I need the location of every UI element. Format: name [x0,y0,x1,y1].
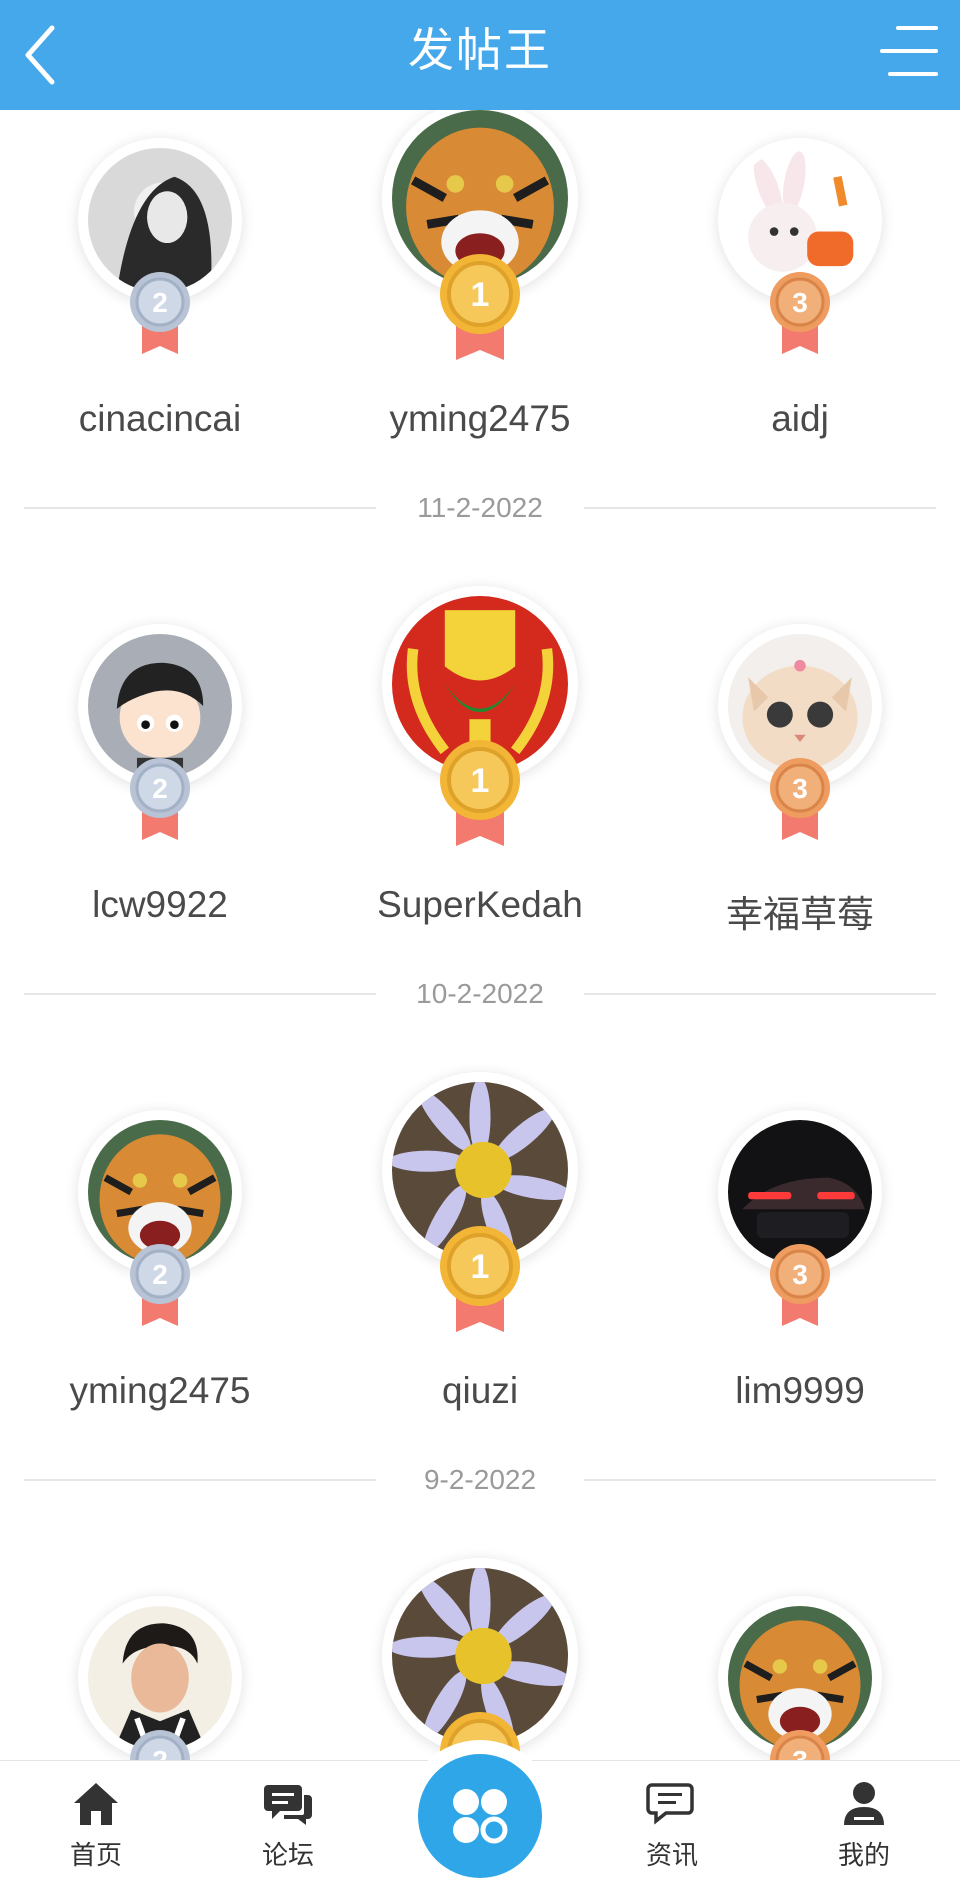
rank-number: 2 [152,287,168,318]
silver-medal-icon: 2 [130,1244,190,1326]
tab-profile[interactable]: 我的 [768,1761,960,1880]
forum-icon [264,1785,312,1825]
rank-number: 2 [152,1259,168,1290]
tab-news[interactable]: 资讯 [576,1761,768,1880]
menu-button[interactable] [880,24,938,78]
news-icon [646,1783,694,1825]
apps-icon [453,1789,508,1844]
menu-icon [880,26,938,76]
username[interactable]: aidj [640,398,960,440]
silver-medal-icon: 2 [130,758,190,840]
gold-medal-icon: 1 [440,254,520,360]
winner-rank-1[interactable]: 1 SuperKedah [320,486,640,946]
gold-medal-icon: 1 [440,740,520,846]
rank-number: 2 [152,773,168,804]
rank-number: 1 [471,1248,490,1286]
center-apps-button[interactable] [404,1740,556,1880]
tab-label: 论坛 [261,1840,314,1870]
winner-rank-2[interactable]: 2 lcw9922 [0,486,320,946]
rank-number: 3 [792,1259,808,1290]
app-header: 发帖王 [0,0,960,110]
username[interactable]: yming2475 [0,1370,320,1412]
tab-label: 资讯 [645,1840,698,1870]
rank-number: 2 [152,1745,168,1760]
bronze-medal-icon: 3 [770,758,830,840]
winner-rank-3[interactable]: 3 lim9999 [640,972,960,1432]
rank-number: 3 [792,773,808,804]
silver-medal-icon: 2 [130,1730,190,1760]
silver-medal-icon: 2 [130,272,190,354]
bronze-medal-icon: 3 [770,1244,830,1326]
tab-forum[interactable]: 论坛 [192,1761,384,1880]
rank-number: 1 [471,276,490,314]
winner-rank-3[interactable]: 3 [640,1458,960,1760]
rank-number: 1 [471,762,490,800]
home-icon [74,1783,118,1825]
winner-rank-1[interactable]: 1 [320,1458,640,1760]
winner-rank-2[interactable]: 2 yming2475 [0,972,320,1432]
username[interactable]: qiuzi [320,1370,640,1412]
tab-home[interactable]: 首页 [0,1761,192,1880]
winner-rank-3[interactable]: 3 幸福草莓 [640,486,960,946]
page-title: 发帖王 [408,24,552,76]
username[interactable]: 幸福草莓 [640,884,960,938]
tab-label: 我的 [837,1840,890,1870]
username[interactable]: lcw9922 [0,884,320,926]
bronze-medal-icon: 3 [770,1730,830,1760]
tab-label: 首页 [69,1840,122,1870]
username[interactable]: yming2475 [320,398,640,440]
rank-number: 3 [792,287,808,318]
username[interactable]: lim9999 [640,1370,960,1412]
gold-medal-icon: 1 [440,1226,520,1332]
bronze-medal-icon: 3 [770,272,830,354]
username[interactable]: SuperKedah [320,884,640,926]
rank-number: 3 [792,1745,808,1760]
winner-rank-1[interactable]: 1 qiuzi [320,972,640,1432]
leaderboard-list[interactable]: 2 cinacincai 1 yming2475 3 aidj 11-2-202… [0,0,960,1760]
profile-icon [844,1782,884,1825]
winner-rank-2[interactable]: 2 [0,1458,320,1760]
username[interactable]: cinacincai [0,398,320,440]
